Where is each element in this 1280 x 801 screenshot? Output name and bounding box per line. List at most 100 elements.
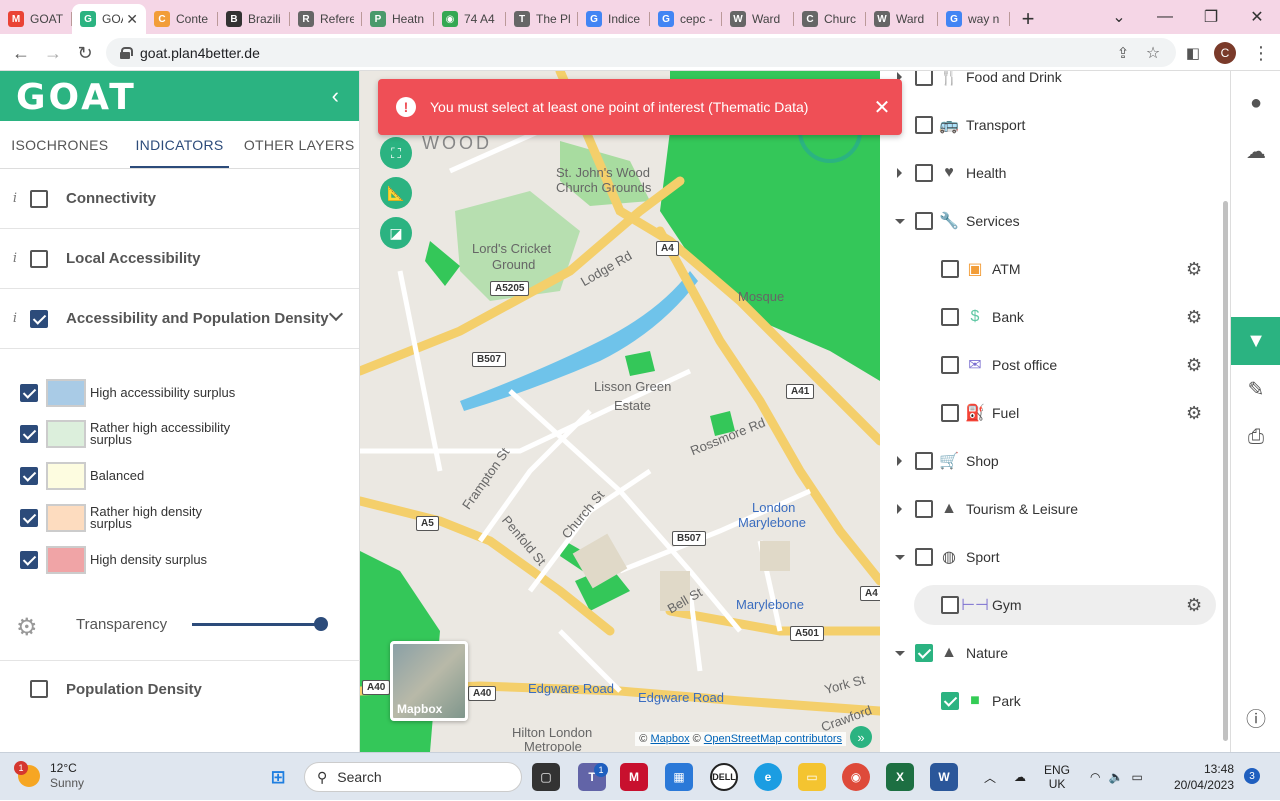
fullscreen-button[interactable]: ⛶ <box>380 137 412 169</box>
close-toast-button[interactable]: ✕ <box>862 95 902 120</box>
reload-button[interactable]: ↻ <box>72 40 98 66</box>
cloud-icon[interactable]: ☁ <box>1231 127 1280 175</box>
print-icon[interactable]: ⎙ <box>1231 413 1280 461</box>
legend-checkbox[interactable] <box>20 384 38 402</box>
expand-arrow-icon[interactable] <box>897 456 902 466</box>
mcafee-icon[interactable]: M <box>620 763 648 791</box>
poi-checkbox[interactable] <box>915 500 933 518</box>
legend-checkbox[interactable] <box>20 425 38 443</box>
poi-checkbox[interactable] <box>941 692 959 710</box>
side-panel-icon[interactable]: ◧ <box>1180 40 1206 66</box>
browser-tab[interactable]: Gcepc - <box>650 4 722 34</box>
poi-checkbox[interactable] <box>915 116 933 134</box>
population-density-checkbox[interactable] <box>30 680 48 698</box>
tab-search-chevron-icon[interactable]: ⌄ <box>1096 0 1142 34</box>
gear-icon[interactable]: ⚙ <box>1186 355 1202 376</box>
task-view-icon[interactable]: ▢ <box>532 763 560 791</box>
poi-checkbox[interactable] <box>941 356 959 374</box>
close-tab-icon[interactable]: ✕ <box>126 11 138 28</box>
accessibility-population-checkbox[interactable] <box>30 309 48 328</box>
user-account-icon[interactable]: ● <box>1231 79 1280 127</box>
battery-icon[interactable]: ▭ <box>1131 770 1142 784</box>
clock[interactable]: 13:48 20/04/2023 <box>1172 761 1234 793</box>
info-icon[interactable]: i <box>0 251 30 266</box>
gear-icon[interactable]: ⚙ <box>1186 403 1202 424</box>
gear-icon[interactable]: ⚙ <box>1186 307 1202 328</box>
chevron-up-icon[interactable]: ︿ <box>984 769 996 786</box>
menu-kebab-icon[interactable]: ⋮ <box>1248 40 1274 66</box>
transparency-slider-handle[interactable] <box>314 617 328 631</box>
info-icon[interactable]: ⓘ <box>1231 693 1280 741</box>
browser-tab[interactable]: W Ward <box>722 4 794 34</box>
notification-badge[interactable]: 3 <box>1244 768 1260 784</box>
tab-indicators[interactable]: INDICATORS <box>120 121 240 168</box>
local-accessibility-checkbox[interactable] <box>30 249 48 268</box>
new-tab-button[interactable]: + <box>1010 4 1046 34</box>
map-view[interactable]: WOOD St. John's Wood Church Grounds Lord… <box>360 71 880 752</box>
browser-tab[interactable]: M GOAT <box>0 4 72 34</box>
chrome-icon[interactable]: ◉ <box>842 763 870 791</box>
browser-tab[interactable]: Gway n <box>938 4 1010 34</box>
transparency-slider[interactable] <box>192 623 320 626</box>
poi-checkbox[interactable] <box>915 212 933 230</box>
expand-arrow-icon[interactable] <box>897 168 902 178</box>
collapse-arrow-icon[interactable] <box>895 218 905 224</box>
wifi-icon[interactable]: ◠ <box>1090 770 1100 784</box>
url-bar[interactable]: goat.plan4better.de <box>106 38 1176 67</box>
expand-arrow-icon[interactable] <box>897 504 902 514</box>
browser-tab[interactable]: ◉ 74 A4 <box>434 4 506 34</box>
volume-icon[interactable]: 🔈 <box>1109 770 1124 784</box>
restore-button[interactable]: ❐ <box>1188 0 1234 34</box>
file-explorer-icon[interactable]: ▭ <box>798 763 826 791</box>
browser-tab[interactable]: B Brazili <box>218 4 290 34</box>
poi-checkbox[interactable] <box>941 404 959 422</box>
windows-start-icon[interactable]: ⊞ <box>264 763 292 791</box>
store-icon[interactable]: ▦ <box>665 763 693 791</box>
taskbar-search[interactable]: ⚲ Search <box>304 762 522 792</box>
measure-ruler-button[interactable]: 📐 <box>380 177 412 209</box>
browser-tab[interactable]: C Churc <box>794 4 866 34</box>
osm-link[interactable]: OpenStreetMap contributors <box>704 733 842 745</box>
collapse-arrow-icon[interactable] <box>895 554 905 560</box>
collapse-panel-chevron-icon[interactable]: ‹ <box>332 83 339 109</box>
gear-icon[interactable]: ⚙ <box>16 613 40 641</box>
profile-avatar[interactable]: C <box>1214 42 1236 64</box>
legend-checkbox[interactable] <box>20 551 38 569</box>
cloud-sync-icon[interactable]: ☁ <box>1014 770 1026 784</box>
poi-checkbox[interactable] <box>941 260 959 278</box>
poi-checkbox[interactable] <box>915 548 933 566</box>
language-indicator[interactable]: ENG UK <box>1044 763 1070 791</box>
forward-button[interactable]: → <box>40 40 66 66</box>
browser-tab[interactable]: P Heatn <box>362 4 434 34</box>
weather-widget[interactable]: 1 12°C Sunny <box>14 761 84 791</box>
expand-attribution-button[interactable]: » <box>850 726 872 748</box>
share-icon[interactable]: ⇪ <box>1110 40 1136 66</box>
excel-icon[interactable]: X <box>886 763 914 791</box>
basemap-switcher[interactable]: Mapbox <box>390 641 468 721</box>
mapbox-link[interactable]: Mapbox <box>650 733 689 745</box>
poi-checkbox[interactable] <box>941 308 959 326</box>
word-icon[interactable]: W <box>930 763 958 791</box>
edit-icon[interactable]: ✎ <box>1231 365 1280 413</box>
minimize-button[interactable]: — <box>1142 0 1188 34</box>
bookmark-star-icon[interactable]: ☆ <box>1140 40 1166 66</box>
browser-tab[interactable]: R Refere <box>290 4 362 34</box>
browser-tab[interactable]: G Indice <box>578 4 650 34</box>
connectivity-checkbox[interactable] <box>30 189 48 208</box>
filter-icon[interactable]: ▼ <box>1231 317 1280 365</box>
gear-icon[interactable]: ⚙ <box>1186 595 1202 616</box>
browser-tab[interactable]: G GOAT✕ <box>72 4 146 34</box>
tab-other-layers[interactable]: OTHER LAYERS <box>239 121 359 168</box>
legend-checkbox[interactable] <box>20 467 38 485</box>
collapse-arrow-icon[interactable] <box>895 650 905 656</box>
poi-checkbox[interactable] <box>915 644 933 662</box>
browser-tab[interactable]: C Conte <box>146 4 218 34</box>
browser-tab[interactable]: W Ward <box>866 4 938 34</box>
info-icon[interactable]: i <box>0 191 30 206</box>
close-window-button[interactable]: ✕ <box>1234 0 1280 34</box>
dell-icon[interactable]: DELL <box>710 763 738 791</box>
browser-tab[interactable]: T The Pl <box>506 4 578 34</box>
chevron-down-icon[interactable] <box>328 306 344 322</box>
poi-checkbox[interactable] <box>915 71 933 86</box>
tab-isochrones[interactable]: ISOCHRONES <box>0 121 120 168</box>
